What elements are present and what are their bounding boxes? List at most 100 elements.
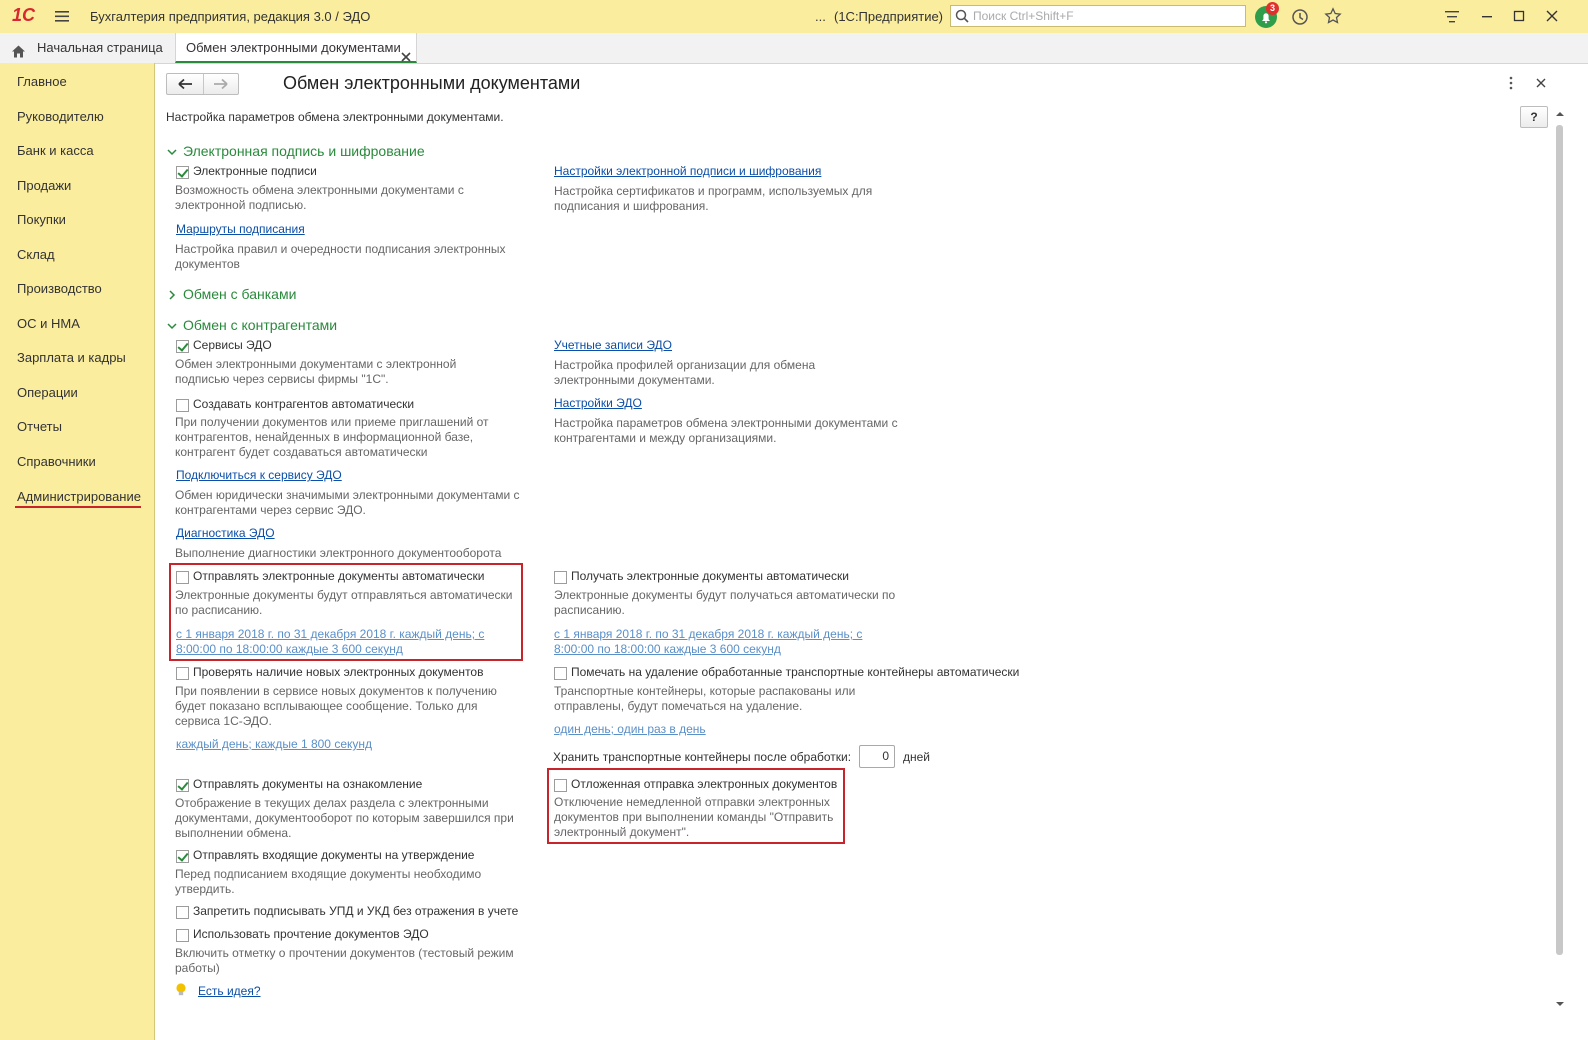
sidebar-item-sales[interactable]: Продажи: [17, 178, 71, 193]
read-receipt-checkbox[interactable]: [176, 929, 189, 942]
edo-settings-link[interactable]: Настройки ЭДО: [554, 396, 642, 410]
check-new-desc: При появлении в сервисе новых документов…: [175, 684, 497, 728]
sidebar-item-assets[interactable]: ОС и НМА: [17, 316, 80, 331]
section-esig-title[interactable]: Электронная подпись и шифрование: [183, 143, 425, 159]
back-arrow-icon[interactable]: [167, 74, 204, 94]
favorites-star-icon[interactable]: [1324, 7, 1342, 28]
tab-home[interactable]: Начальная страница: [0, 33, 170, 63]
platform-label: (1С:Предприятие): [834, 9, 944, 24]
sidebar-item-production[interactable]: Производство: [17, 281, 102, 296]
send-review-label[interactable]: Отправлять документы на ознакомление: [193, 777, 422, 791]
sidebar-item-reports[interactable]: Отчеты: [17, 419, 62, 434]
keep-containers-unit: дней: [903, 750, 931, 764]
receive-auto-desc: Электронные документы будут получаться а…: [554, 588, 896, 617]
edo-settings-desc: Настройка параметров обмена электронными…: [554, 416, 898, 445]
routes-desc: Настройка правил и очередности подписани…: [175, 242, 506, 271]
create-counterparties-checkbox[interactable]: [176, 399, 189, 412]
deferred-send-label[interactable]: Отложенная отправка электронных документ…: [571, 777, 837, 791]
edo-services-label[interactable]: Сервисы ЭДО: [193, 338, 272, 352]
sidebar-item-manager[interactable]: Руководителю: [17, 109, 104, 124]
section3-chevron-icon[interactable]: [166, 320, 178, 335]
deferred-send-checkbox[interactable]: [554, 779, 567, 792]
sidebar-item-warehouse[interactable]: Склад: [17, 247, 55, 262]
check-new-label[interactable]: Проверять наличие новых электронных доку…: [193, 665, 483, 679]
mark-delete-label[interactable]: Помечать на удаление обработанные трансп…: [571, 665, 1019, 679]
nav-buttons: [166, 73, 239, 95]
search-field[interactable]: Поиск Ctrl+Shift+F: [950, 5, 1246, 27]
routes-link[interactable]: Маршруты подписания: [176, 222, 305, 236]
lightbulb-icon: [174, 982, 188, 1001]
forward-arrow-icon[interactable]: [204, 74, 239, 94]
forbid-sign-label[interactable]: Запретить подписывать УПД и УКД без отра…: [193, 904, 518, 918]
history-icon[interactable]: [1291, 8, 1309, 29]
diagnostics-link[interactable]: Диагностика ЭДО: [176, 526, 275, 540]
edo-accounts-desc: Настройка профилей организации для обмен…: [554, 358, 816, 387]
edo-accounts-link[interactable]: Учетные записи ЭДО: [554, 338, 672, 352]
scroll-thumb[interactable]: [1556, 125, 1563, 955]
receive-auto-label[interactable]: Получать электронные документы автоматич…: [571, 569, 849, 583]
sidebar-item-references[interactable]: Справочники: [17, 454, 96, 469]
title-bar: 1С Бухгалтерия предприятия, редакция 3.0…: [0, 0, 1588, 34]
send-auto-desc: Электронные документы будут отправляться…: [175, 588, 513, 617]
receive-auto-checkbox[interactable]: [554, 571, 567, 584]
window-close-icon[interactable]: [1545, 9, 1559, 26]
read-receipt-label[interactable]: Использовать прочтение документов ЭДО: [193, 927, 429, 941]
tabs-bar: Начальная страница Обмен электронными до…: [0, 33, 1588, 64]
section-counterparties-title[interactable]: Обмен с контрагентами: [183, 317, 337, 333]
esig-desc: Возможность обмена электронными документ…: [175, 183, 464, 212]
sidebar-item-purchases[interactable]: Покупки: [17, 212, 66, 227]
create-counterparties-label[interactable]: Создавать контрагентов автоматически: [193, 397, 414, 411]
connect-edo-desc: Обмен юридически значимыми электронными …: [175, 488, 520, 517]
scrollbar[interactable]: [1554, 108, 1566, 1012]
deferred-send-desc: Отключение немедленной отправки электрон…: [554, 795, 834, 839]
receive-auto-schedule-link[interactable]: с 1 января 2018 г. по 31 декабря 2018 г.…: [554, 627, 884, 657]
connect-edo-link[interactable]: Подключиться к сервису ЭДО: [176, 468, 342, 482]
active-item-underline: [15, 506, 141, 508]
section1-chevron-icon[interactable]: [166, 146, 178, 161]
esig-checkbox[interactable]: [176, 166, 189, 179]
main-menu-icon[interactable]: [1444, 9, 1460, 28]
edo-services-checkbox[interactable]: [176, 340, 189, 353]
section-banks-title[interactable]: Обмен с банками: [183, 286, 296, 302]
keep-containers-label: Хранить транспортные контейнеры после об…: [553, 750, 852, 764]
more-actions-icon[interactable]: [1506, 76, 1516, 93]
forbid-sign-checkbox[interactable]: [176, 906, 189, 919]
search-input[interactable]: Поиск Ctrl+Shift+F: [973, 9, 1074, 23]
sidebar-item-bank[interactable]: Банк и касса: [17, 143, 94, 158]
mark-delete-checkbox[interactable]: [554, 667, 567, 680]
app-logo[interactable]: 1С: [12, 5, 35, 26]
notification-count-badge: 3: [1266, 2, 1279, 15]
tab-close-icon[interactable]: [401, 43, 411, 73]
scroll-up-icon[interactable]: [1555, 108, 1565, 122]
minimize-icon[interactable]: [1480, 9, 1494, 26]
help-button[interactable]: ?: [1520, 106, 1548, 128]
page-title: Обмен электронными документами: [283, 73, 581, 93]
keep-containers-input[interactable]: 0: [859, 745, 895, 768]
mark-delete-schedule-link[interactable]: один день; один раз в день: [554, 722, 706, 737]
menu-icon[interactable]: [54, 8, 70, 24]
check-new-checkbox[interactable]: [176, 667, 189, 680]
idea-link[interactable]: Есть идея?: [198, 984, 261, 998]
sidebar-item-payroll[interactable]: Зарплата и кадры: [17, 350, 126, 365]
send-review-desc: Отображение в текущих делах раздела с эл…: [175, 796, 514, 840]
esig-label[interactable]: Электронные подписи: [193, 164, 317, 178]
send-approve-label[interactable]: Отправлять входящие документы на утвержд…: [193, 848, 474, 862]
send-auto-label[interactable]: Отправлять электронные документы автомат…: [193, 569, 485, 583]
edo-services-desc: Обмен электронными документами с электро…: [175, 357, 457, 386]
section2-chevron-icon[interactable]: [166, 289, 178, 304]
tab-edo-exchange-label: Обмен электронными документами: [186, 40, 401, 55]
send-review-checkbox[interactable]: [176, 779, 189, 792]
tab-edo-exchange[interactable]: Обмен электронными документами: [175, 33, 417, 63]
maximize-icon[interactable]: [1512, 9, 1526, 26]
sidebar-item-operations[interactable]: Операции: [17, 385, 78, 400]
scroll-down-icon[interactable]: [1555, 998, 1565, 1012]
sidebar-item-administration[interactable]: Администрирование: [17, 489, 141, 504]
send-auto-checkbox[interactable]: [176, 571, 189, 584]
send-auto-schedule-link[interactable]: с 1 января 2018 г. по 31 декабря 2018 г.…: [176, 627, 506, 657]
check-new-schedule-link[interactable]: каждый день; каждые 1 800 секунд: [176, 737, 372, 752]
sidebar-item-main[interactable]: Главное: [17, 74, 67, 89]
search-icon: [955, 9, 969, 26]
esig-settings-link[interactable]: Настройки электронной подписи и шифрован…: [554, 164, 821, 178]
send-approve-checkbox[interactable]: [176, 850, 189, 863]
form-close-icon[interactable]: [1535, 77, 1547, 92]
